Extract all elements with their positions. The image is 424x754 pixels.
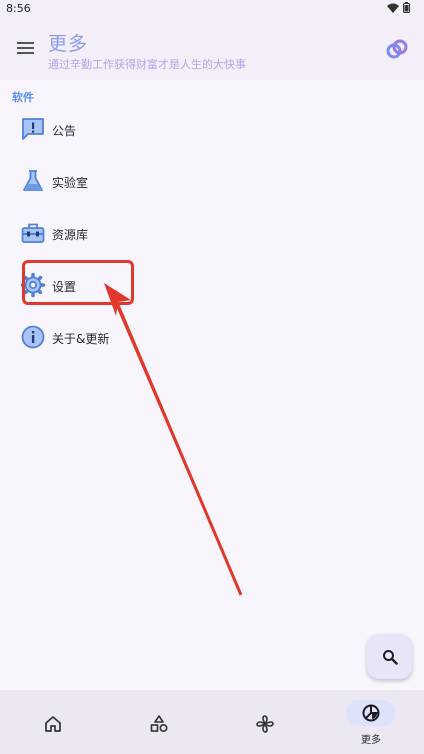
list-item-label: 资源库 — [52, 228, 89, 242]
home-icon — [45, 716, 61, 732]
shapes-icon — [150, 715, 168, 733]
status-icons — [387, 2, 410, 13]
more-icon — [362, 704, 380, 722]
list-item-resources[interactable]: 资源库 — [0, 212, 424, 256]
status-bar: 8:56 — [0, 0, 424, 18]
nav-shapes[interactable] — [106, 690, 212, 754]
nav-more[interactable]: 更多 — [318, 690, 424, 754]
status-time: 8:56 — [6, 2, 31, 15]
search-icon — [382, 649, 398, 665]
list-item-announcement[interactable]: 公告 — [0, 108, 424, 152]
list-item-label: 实验室 — [52, 176, 89, 190]
menu-icon[interactable] — [16, 38, 36, 58]
bottom-nav: 更多 — [0, 690, 424, 754]
battery-icon — [403, 2, 410, 13]
list-item-lab[interactable]: 实验室 — [0, 160, 424, 204]
nav-pinwheel[interactable] — [212, 690, 318, 754]
page-subtitle: 通过辛勤工作获得财富才是人生的大快事 — [48, 58, 246, 71]
list-item-label: 公告 — [52, 124, 77, 138]
nav-label: 更多 — [361, 735, 381, 746]
nav-home[interactable] — [0, 690, 106, 754]
page-title: 更多 — [48, 33, 89, 55]
flask-icon — [23, 170, 43, 191]
wifi-icon — [387, 3, 399, 13]
section-header: 软件 — [12, 91, 34, 104]
annotation-highlight-box — [22, 260, 134, 305]
toolbox-icon — [21, 223, 45, 243]
pinwheel-icon — [256, 715, 274, 733]
list-item-about[interactable]: 关于&更新 — [0, 316, 424, 360]
info-icon — [21, 325, 45, 349]
search-fab[interactable] — [367, 634, 412, 679]
app-bar: 更多 通过辛勤工作获得财富才是人生的大快事 — [0, 18, 424, 80]
announcement-icon — [22, 118, 44, 140]
list-item-label: 关于&更新 — [52, 332, 110, 346]
theme-rings-icon[interactable] — [384, 36, 410, 62]
